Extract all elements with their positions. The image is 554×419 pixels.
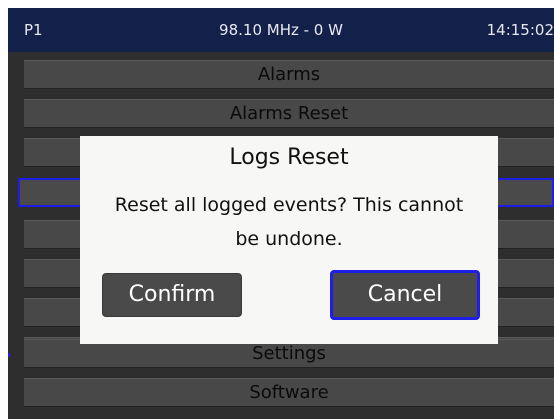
dialog-message: Reset all logged events? This cannot be … <box>114 194 464 250</box>
status-bar: P1 98.10 MHz - 0 W 14:15:02 <box>8 8 554 52</box>
frequency-power-readout: 98.10 MHz - 0 W <box>219 21 343 39</box>
clock: 14:15:02 <box>486 21 554 39</box>
menu-item-software[interactable]: Software <box>24 378 554 407</box>
menu-item-alarms[interactable]: Alarms <box>24 60 554 89</box>
logs-reset-dialog: Logs Reset Reset all logged events? This… <box>80 136 498 344</box>
cancel-button[interactable]: Cancel <box>330 270 480 320</box>
menu-item-alarms-reset[interactable]: Alarms Reset <box>24 99 554 128</box>
device-screen: P1 98.10 MHz - 0 W 14:15:02 Alarms Alarm… <box>8 8 554 419</box>
confirm-button[interactable]: Confirm <box>102 273 242 317</box>
dialog-title: Logs Reset <box>229 145 349 170</box>
focus-edge-marker <box>8 353 10 357</box>
